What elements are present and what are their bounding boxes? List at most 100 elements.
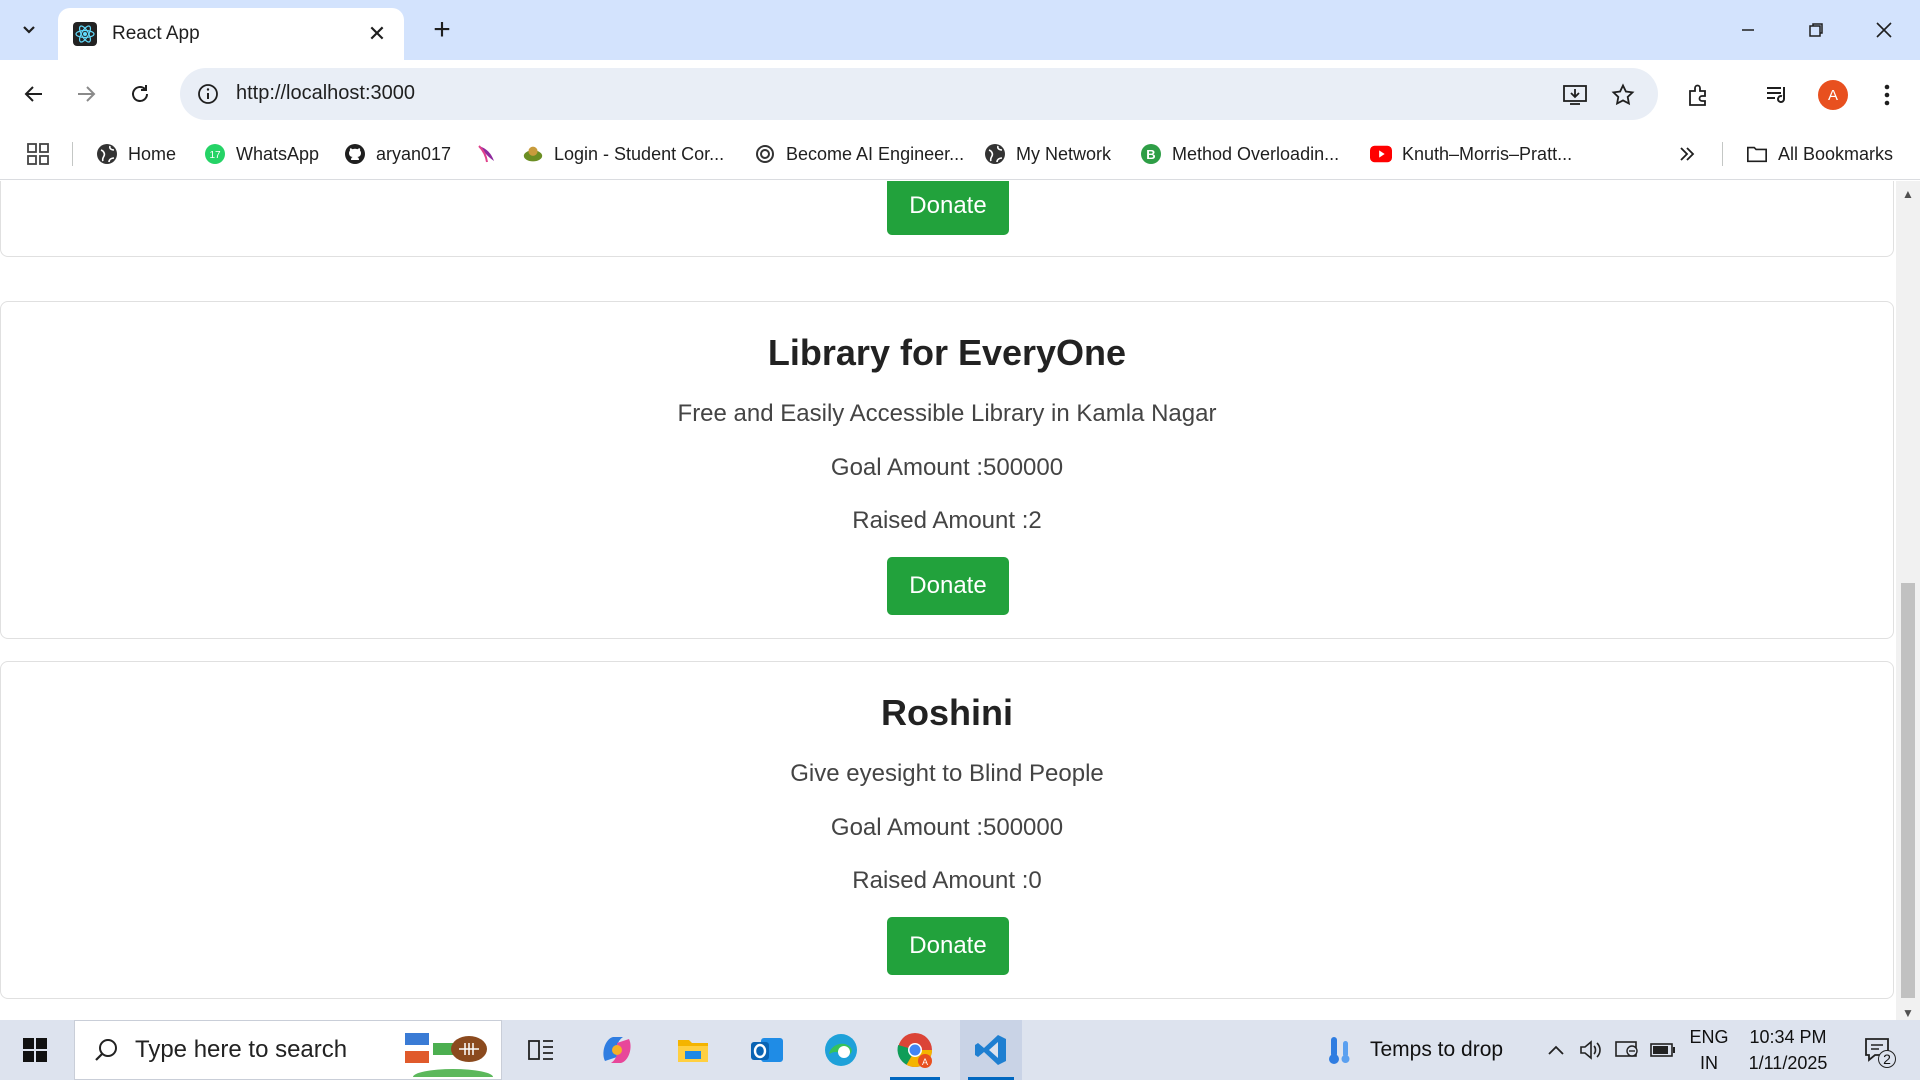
tab-search-button[interactable] [12,12,46,46]
openai-icon [754,143,776,165]
svg-text:B: B [1146,147,1155,162]
speaker-icon [1580,1040,1601,1060]
arrow-left-icon [24,86,42,102]
notification-center-button[interactable]: 2 [1852,1020,1904,1080]
more-menu-icon[interactable] [1870,78,1904,112]
bookmark-home[interactable]: Home [96,138,176,170]
raised-amount: Raised Amount :0 [852,867,1042,894]
chrome-button[interactable]: A [882,1020,948,1080]
task-view-button[interactable] [516,1020,566,1080]
campaign-card: Donate [0,181,1894,257]
bookmark-kmp[interactable]: Knuth–Morris–Pratt... [1370,138,1572,170]
language-code: ENG [1689,1027,1729,1047]
campaign-card: Library for EveryOne Free and Easily Acc… [0,301,1894,639]
start-button[interactable] [0,1020,70,1080]
bookmark-method-overloading[interactable]: B Method Overloadin... [1140,138,1339,170]
browser-tab-active[interactable]: React App ✕ [58,8,404,60]
raised-amount: Raised Amount :2 [852,507,1042,534]
extensions-icon[interactable] [1682,78,1716,112]
donate-button[interactable]: Donate [887,557,1009,615]
whatsapp-icon: 17 [204,143,226,165]
vscode-icon [975,1035,1006,1065]
tab-close-icon[interactable]: ✕ [364,21,390,47]
windows-taskbar: Type here to search A Temps to drop ENG … [0,1020,1920,1082]
page-scrollbar[interactable]: ▲ ▼ [1896,181,1920,1020]
bookmark-whatsapp[interactable]: 17 WhatsApp [204,138,319,170]
network-icon [1615,1041,1638,1057]
bookmarks-overflow-button[interactable] [1678,138,1696,170]
bookmark-github[interactable]: aryan017 [344,138,451,170]
student-portal-icon [522,143,544,165]
reload-button[interactable] [120,74,160,114]
clock-date: 1/11/2025 [1748,1053,1828,1073]
region-code: IN [1699,1053,1718,1073]
bookmarks-divider [72,142,73,166]
apps-button[interactable] [26,138,50,170]
new-tab-button[interactable]: + [424,12,460,48]
close-icon [1876,22,1892,38]
github-icon [344,143,366,165]
outlook-button[interactable] [738,1020,796,1080]
donate-button[interactable]: Donate [887,181,1009,235]
site-info-icon[interactable] [194,80,222,108]
scroll-down-arrow-icon[interactable]: ▼ [1902,1006,1914,1020]
taskbar-search[interactable]: Type here to search [74,1020,502,1082]
bookmarks-bar: Home 17 WhatsApp aryan017 Login - Studen… [0,128,1920,180]
battery-button[interactable] [1648,1020,1678,1080]
goal-amount: Goal Amount :500000 [830,454,1064,481]
close-window-button[interactable] [1850,0,1918,60]
restore-button[interactable] [1782,0,1850,60]
apps-grid-icon [27,143,49,165]
file-explorer-button[interactable] [664,1020,722,1080]
profile-avatar[interactable]: A [1818,80,1848,110]
globe-icon [984,143,1006,165]
svg-text:17: 17 [209,150,221,161]
b-icon: B [1140,143,1162,165]
minimize-button[interactable] [1714,0,1782,60]
campaign-description: Give eyesight to Blind People [790,760,1104,787]
bookmarks-divider [1722,142,1723,166]
address-bar[interactable]: http://localhost:3000 [180,68,1658,120]
svg-text:A: A [922,1057,928,1067]
weather-widget[interactable]: Temps to drop [1326,1020,1516,1080]
weather-text: Temps to drop [1370,1038,1504,1061]
campaign-card: Roshini Give eyesight to Blind People Go… [0,661,1894,999]
react-icon [72,21,98,47]
forward-button[interactable] [66,74,106,114]
media-control-icon[interactable] [1760,78,1794,112]
edge-button[interactable] [812,1020,870,1080]
tab-title: React App [112,23,200,44]
clock[interactable]: 10:34 PM 1/11/2025 [1740,1020,1836,1080]
reload-icon [132,85,148,102]
folder-icon [1746,143,1768,165]
copilot-icon [603,1037,631,1063]
windows-logo-icon [23,1038,47,1062]
network-button[interactable] [1612,1020,1642,1080]
thermometer-icon [1329,1037,1350,1064]
notification-badge: 2 [1878,1050,1896,1068]
browser-titlebar: React App ✕ + [0,0,1920,60]
search-highlight-image [403,1025,493,1082]
scroll-up-arrow-icon[interactable]: ▲ [1902,187,1914,201]
donate-button[interactable]: Donate [887,917,1009,975]
bookmark-ai-engineer[interactable]: Become AI Engineer... [754,138,964,170]
clock-time: 10:34 PM [1749,1027,1827,1047]
vscode-button[interactable] [960,1020,1022,1080]
show-hidden-icons-button[interactable] [1540,1020,1572,1080]
star-icon[interactable] [1608,80,1638,110]
bookmark-my-network[interactable]: My Network [984,138,1111,170]
restore-icon [1809,23,1823,37]
youtube-icon [1370,143,1392,165]
arrow-right-icon [78,86,96,102]
scrollbar-thumb[interactable] [1901,583,1915,998]
back-button[interactable] [14,74,54,114]
bookmark-bird[interactable] [476,138,508,170]
bookmark-student-portal[interactable]: Login - Student Cor... [522,138,724,170]
language-indicator[interactable]: ENG IN [1684,1020,1734,1080]
volume-button[interactable] [1576,1020,1606,1080]
all-bookmarks-button[interactable]: All Bookmarks [1746,138,1893,170]
outlook-icon [751,1038,783,1062]
search-placeholder: Type here to search [135,1036,348,1063]
install-app-icon[interactable] [1560,80,1590,110]
copilot-button[interactable] [588,1020,646,1080]
